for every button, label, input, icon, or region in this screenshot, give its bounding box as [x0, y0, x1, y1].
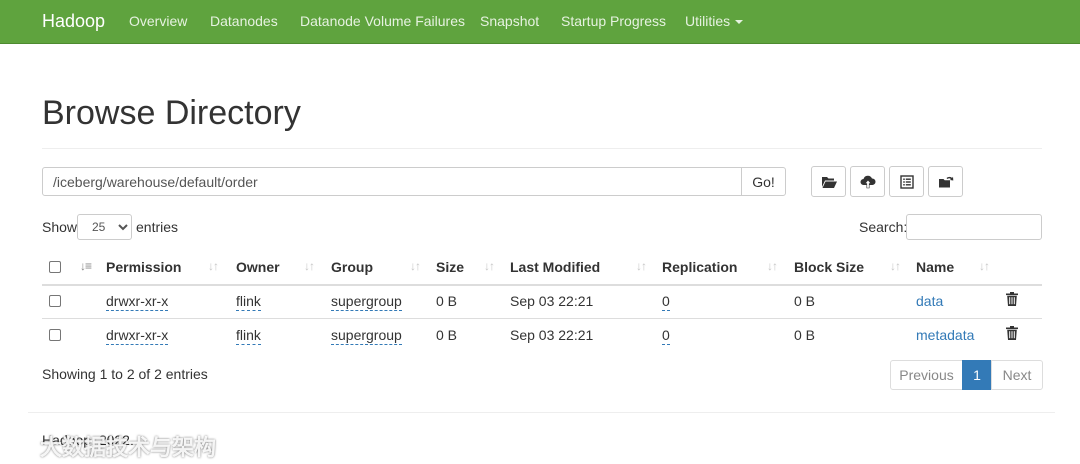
sort-icon[interactable]: ↓↑ — [208, 259, 219, 273]
column-header-block-size[interactable]: Block Size — [794, 259, 864, 275]
upload-button[interactable] — [850, 166, 885, 197]
permission-cell[interactable]: drwxr-xr-x — [106, 293, 169, 311]
watermark-text: 大数据技术与架构 — [40, 435, 217, 460]
sort-icon[interactable]: ↓↑ — [636, 259, 647, 273]
list-alt-icon — [899, 174, 914, 189]
nav-snapshot[interactable]: Snapshot — [480, 13, 539, 29]
name-link[interactable]: metadata — [916, 327, 974, 343]
block-size-cell: 0 B — [794, 327, 816, 343]
name-link[interactable]: data — [916, 293, 943, 309]
sort-active-icon[interactable]: ↓≡ — [80, 259, 92, 273]
sort-icon[interactable]: ↓↑ — [890, 259, 901, 273]
navbar: Hadoop Overview Datanodes Datanode Volum… — [0, 0, 1080, 44]
column-header-permission[interactable]: Permission — [106, 259, 181, 275]
row-checkbox[interactable] — [49, 295, 61, 307]
column-header-name[interactable]: Name — [916, 259, 954, 275]
page-1-button[interactable]: 1 — [962, 360, 992, 390]
trash-icon[interactable] — [1006, 326, 1018, 340]
column-header-last-modified[interactable]: Last Modified — [510, 259, 600, 275]
replication-cell[interactable]: 0 — [662, 293, 670, 311]
sort-icon[interactable]: ↓↑ — [304, 259, 315, 273]
last-modified-cell: Sep 03 22:21 — [510, 293, 594, 309]
folder-share-icon — [938, 176, 953, 187]
brand-link[interactable]: Hadoop — [42, 11, 105, 32]
search-input[interactable] — [906, 214, 1042, 240]
caret-down-icon — [735, 20, 744, 25]
group-cell[interactable]: supergroup — [331, 293, 402, 311]
size-cell: 0 B — [436, 327, 458, 343]
entries-label: entries — [136, 219, 179, 235]
table-header-divider — [42, 284, 1042, 286]
column-header-replication[interactable]: Replication — [662, 259, 737, 275]
last-modified-cell: Sep 03 22:21 — [510, 327, 594, 343]
next-page-button[interactable]: Next — [991, 360, 1043, 390]
sort-icon[interactable]: ↓↑ — [410, 259, 421, 273]
sort-icon[interactable]: ↓↑ — [484, 259, 495, 273]
folder-open-icon — [821, 176, 837, 188]
nav-utilities-dropdown[interactable]: Utilities — [685, 13, 744, 29]
trash-icon[interactable] — [1006, 292, 1018, 306]
select-all-checkbox[interactable] — [49, 261, 61, 273]
wechat-logo-icon — [8, 435, 35, 457]
row-divider — [42, 318, 1042, 319]
list-details-button[interactable] — [889, 166, 924, 197]
title-divider — [42, 148, 1042, 149]
show-label: Show — [42, 219, 78, 235]
nav-datanode-volume-failures[interactable]: Datanode Volume Failures — [300, 13, 465, 29]
nav-startup-progress[interactable]: Startup Progress — [561, 13, 666, 29]
replication-cell[interactable]: 0 — [662, 327, 670, 345]
open-folder-button[interactable] — [811, 166, 846, 197]
search-label: Search: — [859, 219, 908, 235]
owner-cell[interactable]: flink — [236, 293, 261, 311]
size-cell: 0 B — [436, 293, 458, 309]
nav-datanodes[interactable]: Datanodes — [210, 13, 278, 29]
page-size-select[interactable]: 10 25 50 100 — [77, 214, 132, 240]
watermark: 大数据技术与架构 — [8, 430, 216, 462]
nav-overview[interactable]: Overview — [129, 13, 187, 29]
nav-utilities-label: Utilities — [685, 13, 731, 29]
column-header-group[interactable]: Group — [331, 259, 373, 275]
column-header-size[interactable]: Size — [436, 259, 464, 275]
footer-divider — [28, 412, 1055, 413]
sort-icon[interactable]: ↓↑ — [979, 259, 990, 273]
group-cell[interactable]: supergroup — [331, 327, 402, 345]
directory-path-input[interactable] — [42, 167, 742, 196]
permission-cell[interactable]: drwxr-xr-x — [106, 327, 169, 345]
cloud-upload-icon — [860, 175, 876, 188]
go-button[interactable]: Go! — [741, 167, 786, 196]
create-directory-button[interactable] — [928, 166, 963, 197]
block-size-cell: 0 B — [794, 293, 816, 309]
table-info: Showing 1 to 2 of 2 entries — [42, 366, 208, 382]
sort-icon[interactable]: ↓↑ — [767, 259, 778, 273]
row-checkbox[interactable] — [49, 329, 61, 341]
previous-page-button[interactable]: Previous — [890, 360, 963, 390]
page-title: Browse Directory — [42, 94, 301, 132]
owner-cell[interactable]: flink — [236, 327, 261, 345]
column-header-owner[interactable]: Owner — [236, 259, 280, 275]
